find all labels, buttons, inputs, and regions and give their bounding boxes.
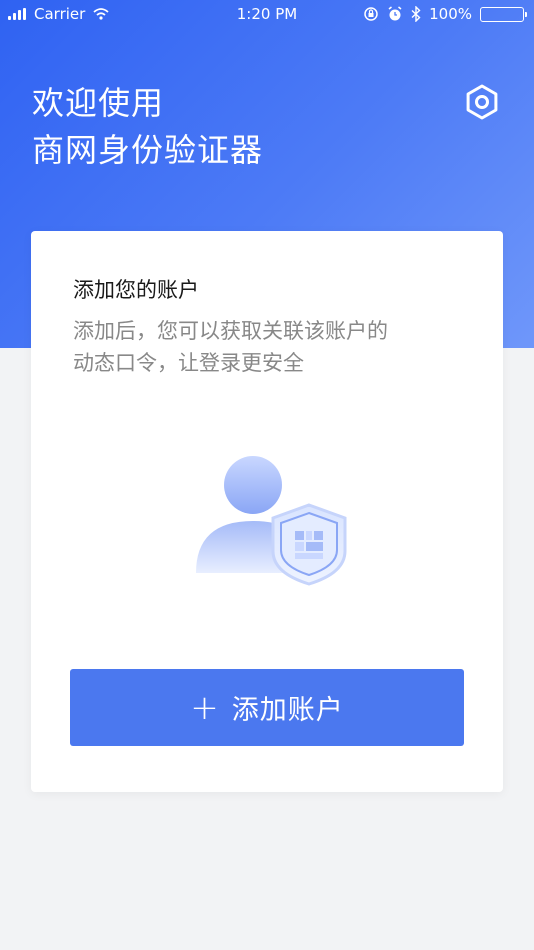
- status-right: 100%: [363, 5, 527, 23]
- add-account-card: 添加您的账户 添加后，您可以获取关联该账户的 动态口令，让登录更安全 + 添加账…: [31, 231, 503, 792]
- bluetooth-icon: [411, 6, 421, 22]
- welcome-title-line2: 商网身份验证器: [32, 131, 264, 169]
- status-bar: Carrier 1:20 PM 100%: [0, 0, 534, 28]
- card-description-line2: 动态口令，让登录更安全: [73, 351, 304, 375]
- add-account-button[interactable]: + 添加账户: [70, 669, 464, 746]
- battery-icon: [480, 6, 527, 22]
- alarm-icon: [388, 6, 402, 21]
- plus-icon: +: [190, 687, 220, 728]
- hexagon-settings-icon: [466, 84, 498, 120]
- card-description-line1: 添加后，您可以获取关联该账户的: [73, 319, 388, 343]
- card-title: 添加您的账户: [73, 278, 199, 302]
- card-description: 添加后，您可以获取关联该账户的 动态口令，让登录更安全: [73, 315, 453, 379]
- add-account-label: 添加账户: [231, 695, 344, 726]
- welcome-title: 欢迎使用 商网身份验证器: [32, 80, 263, 174]
- settings-button[interactable]: [462, 82, 502, 122]
- welcome-title-line1: 欢迎使用: [32, 84, 165, 122]
- battery-percentage: 100%: [429, 5, 472, 23]
- orientation-lock-icon: [364, 7, 378, 21]
- user-shield-illustration: [196, 456, 347, 586]
